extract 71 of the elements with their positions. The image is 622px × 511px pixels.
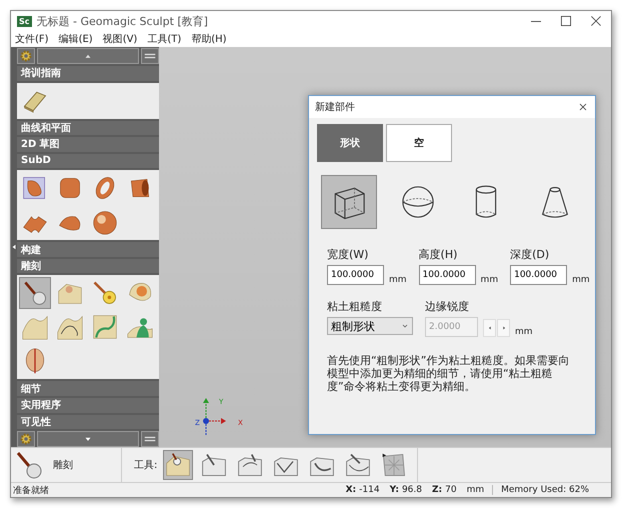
coordinate-label: Y: [390, 485, 399, 495]
input-field[interactable]: 100.0000 [327, 265, 384, 285]
menu-item[interactable]: 文件(F) [15, 32, 49, 46]
left-arrow-icon [486, 325, 492, 331]
field-label: 边缘锐度 [425, 299, 470, 314]
section-header[interactable]: 培训指南 [17, 66, 159, 81]
description-text: 首先使用“粗制形状”作为粘土粗糙度。如果需要向模型中添加更为精细的细节，请使用“粘土粗糙度”命令将粘土变得更为精细。 [327, 354, 570, 393]
unit-label: mm [389, 275, 407, 285]
chevron-icon [401, 322, 409, 330]
menu-item[interactable]: 视图(V) [102, 32, 138, 46]
coordinate-value: 70 [445, 485, 457, 495]
section-header[interactable]: 雕刻 [17, 258, 159, 274]
section-header[interactable]: 构建 [17, 242, 159, 257]
input-field[interactable]: 100.0000 [418, 265, 476, 285]
coordinate-value: -114 [359, 485, 380, 495]
section-header[interactable]: 细节 [17, 381, 159, 396]
gear-icon [19, 432, 33, 446]
settings-button[interactable] [17, 431, 35, 448]
menu-item[interactable]: 工具(T) [147, 32, 182, 46]
current-tool-label: 雕刻 [53, 458, 73, 472]
shape-option[interactable] [321, 175, 377, 229]
clay-box-icon [164, 451, 192, 479]
scroll-button[interactable] [37, 431, 139, 448]
status-message: 准备就绪 [13, 484, 50, 496]
section-header[interactable]: 实用程序 [17, 398, 159, 412]
unit-label: mm [480, 275, 498, 285]
clay-block-icon [91, 313, 119, 342]
section-header[interactable]: SubD [17, 154, 159, 168]
field-label: 粘土粗糙度 [327, 299, 383, 314]
settings-button[interactable] [17, 48, 35, 64]
gear-icon [19, 49, 33, 63]
menu-item[interactable]: 编辑(E) [58, 32, 93, 46]
hill-outline-icon [56, 313, 84, 342]
dropdown[interactable]: 粗制形状 [327, 317, 413, 335]
section-header[interactable]: 2D 草图 [17, 137, 159, 152]
dialog-title: 新建部件 [315, 100, 356, 114]
right-arrow-icon [500, 325, 506, 331]
tool-button[interactable] [163, 450, 194, 480]
tab[interactable]: 形状 [317, 124, 383, 162]
section-header[interactable]: 曲线和平面 [17, 120, 159, 136]
section-header[interactable]: 可见性 [17, 414, 159, 430]
axis-triad-drawing [202, 397, 226, 435]
tools-label: 工具: [134, 459, 158, 472]
collapse-arrow-icon [11, 243, 17, 251]
menu-item[interactable]: 帮助(H) [191, 32, 227, 46]
box-stylus-icon [200, 451, 228, 479]
input-field[interactable]: 100.0000 [510, 265, 568, 285]
menu-button[interactable] [141, 48, 159, 64]
unit-label: mm [515, 327, 533, 337]
app-logo: Sc [17, 16, 32, 26]
close-icon [577, 101, 589, 113]
tool-button[interactable] [19, 277, 51, 310]
field-label: 高度(H) [418, 247, 458, 262]
field-label: 宽度(W) [327, 247, 370, 262]
unit-label: mm [572, 275, 590, 285]
memory-usage: Memory Used: 62% [492, 485, 611, 495]
field-label: 深度(D) [510, 247, 550, 262]
minimize-icon [531, 20, 541, 22]
hill-icon [21, 313, 49, 342]
window-title: 无标题 - Geomagic Sculpt [教育] [36, 14, 209, 28]
maximize-icon [561, 16, 571, 26]
sphere-icon [91, 208, 119, 236]
coordinate-label: X: [346, 485, 356, 495]
tab[interactable]: 空 [386, 124, 452, 162]
box-stylus-icon [236, 451, 264, 479]
box-stylus-icon [344, 451, 372, 479]
unit-label: mm [466, 485, 484, 495]
close-icon [591, 16, 601, 26]
menu-button[interactable] [141, 431, 159, 448]
coordinate-value: 96.8 [402, 485, 422, 495]
coordinate-label: Z: [432, 485, 442, 495]
